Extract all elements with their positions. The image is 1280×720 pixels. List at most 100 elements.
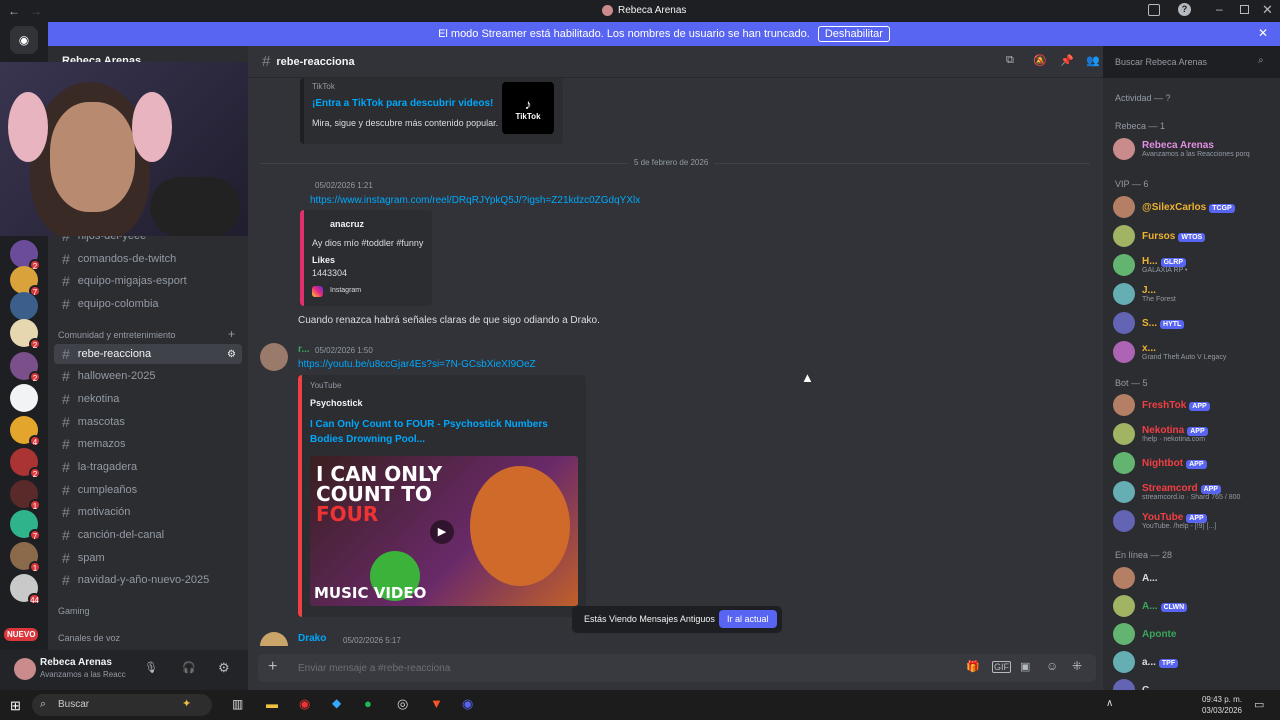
member-item[interactable]: FreshTok APP	[1113, 392, 1275, 418]
microphone-icon[interactable]: 🎙	[144, 661, 158, 674]
search-input[interactable]: Buscar Rebeca Arenas ⌕	[1110, 52, 1272, 72]
browser-icon[interactable]: ◎	[397, 696, 408, 712]
channel-item[interactable]: # cumpleaños	[54, 480, 242, 500]
server-icon[interactable]: 2	[10, 319, 41, 350]
gift-icon[interactable]: 🎁	[966, 660, 980, 673]
notification-icon[interactable]: ▭	[1254, 698, 1264, 711]
help-icon[interactable]: ?	[1178, 3, 1191, 16]
channel-item[interactable]: # equipo-migajas-esport	[54, 271, 242, 291]
new-badge[interactable]: NUEVO	[4, 628, 39, 641]
threads-icon[interactable]: ⧉	[1006, 54, 1014, 67]
taskbar-search[interactable]: ⌕ Buscar ✦	[32, 694, 212, 716]
member-item[interactable]: a... TPF	[1113, 649, 1275, 675]
member-item[interactable]: Fursos WTOS	[1113, 223, 1275, 249]
headphones-icon[interactable]: 🎧	[182, 661, 196, 674]
category-community[interactable]: Comunidad y entretenimiento	[58, 330, 176, 340]
category-gaming[interactable]: Gaming	[58, 606, 90, 616]
channel-item[interactable]: # halloween-2025	[54, 366, 242, 386]
channel-item[interactable]: # mascotas	[54, 412, 242, 432]
embed-title-link[interactable]: ¡Entra a TikTok para descubrir videos!	[312, 98, 493, 109]
clock[interactable]: 09:43 p. m. 03/03/2026	[1200, 694, 1242, 716]
task-view-icon[interactable]: ▥	[232, 697, 243, 711]
member-name: S... HYTL	[1142, 318, 1185, 329]
app-icon[interactable]: ◉	[299, 696, 310, 712]
embed-channel[interactable]: Psychostick	[310, 398, 363, 408]
channel-item[interactable]: # equipo-colombia	[54, 294, 242, 314]
video-thumbnail[interactable]: I CAN ONLY COUNT TO FOUR MUSIC VIDEO ▶	[310, 456, 578, 606]
channel-item[interactable]: # spam	[54, 548, 242, 568]
windows-start-icon[interactable]: ⊞	[10, 698, 21, 714]
member-item[interactable]: @SilexCarlos TCGP	[1113, 194, 1275, 220]
member-list-icon[interactable]: 👥	[1086, 54, 1100, 67]
channel-item[interactable]: # navidad-y-año-nuevo-2025	[54, 570, 242, 590]
member-item[interactable]: H... GLRP GALAXIA RP •	[1113, 252, 1275, 278]
inbox-icon[interactable]	[1148, 4, 1160, 16]
member-item[interactable]: S... HYTL	[1113, 310, 1275, 336]
server-icon[interactable]: 2	[10, 448, 41, 479]
member-item[interactable]: YouTube APP YouTube. /help - [!9] [...]	[1113, 508, 1275, 534]
channel-item[interactable]: # motivación	[54, 502, 242, 522]
member-item[interactable]: Streamcord APP streamcord.io · Shard 765 /…	[1113, 479, 1275, 505]
member-item[interactable]: x... Grand Theft Auto V Legacy	[1113, 339, 1275, 365]
spotify-icon[interactable]: ●	[364, 696, 372, 711]
jump-to-present-button[interactable]: Ir al actual	[719, 610, 777, 628]
sticker-icon[interactable]: ▣	[1020, 660, 1030, 673]
embed-author[interactable]: anacruz	[330, 219, 364, 229]
avatar[interactable]	[14, 658, 36, 680]
server-icon[interactable]: 2	[10, 352, 41, 383]
server-icon[interactable]: 1	[10, 480, 41, 511]
back-icon[interactable]: ←	[8, 4, 20, 18]
server-icon[interactable]: 4	[10, 416, 41, 447]
apps-icon[interactable]: ⁜	[1072, 659, 1082, 673]
message-composer[interactable]: + Enviar mensaje a #rebe-reacciona 🎁 GIF…	[258, 654, 1096, 682]
message-author[interactable]: Drako	[298, 633, 326, 644]
bell-icon[interactable]: 🔕	[1033, 54, 1047, 67]
discord-taskbar-icon[interactable]: ◉	[462, 696, 473, 712]
discord-home-icon[interactable]: ◉	[10, 26, 38, 54]
file-explorer-icon[interactable]: ▬	[266, 697, 278, 711]
forward-icon[interactable]: →	[30, 4, 42, 18]
settings-gear-icon[interactable]: ⚙	[227, 349, 236, 360]
avatar[interactable]	[260, 343, 288, 371]
youtube-link[interactable]: https://youtu.be/u8ccGjar4Es?si=7N-GCsbX…	[298, 359, 536, 370]
message-author[interactable]: r...	[298, 344, 310, 355]
emoji-icon[interactable]: ☺	[1046, 659, 1058, 673]
member-item[interactable]: A... CLWN	[1113, 593, 1275, 619]
server-icon[interactable]	[10, 292, 38, 320]
category-voice[interactable]: Canales de voz	[58, 633, 120, 643]
close-window-icon[interactable]: ✕	[1262, 2, 1273, 18]
member-item[interactable]: A...	[1113, 565, 1275, 591]
tray-chevron-icon[interactable]: ∧	[1106, 698, 1113, 709]
add-attachment-icon[interactable]: +	[268, 658, 277, 676]
member-item[interactable]: Rebeca Arenas Avanzamos a las Reacciones …	[1113, 136, 1275, 162]
member-item[interactable]: Aponte	[1113, 621, 1275, 647]
brave-icon[interactable]: ▼	[430, 696, 443, 711]
video-title-link[interactable]: I Can Only Count to FOUR - Psychostick N…	[310, 417, 570, 447]
disable-streamer-button[interactable]: Deshabilitar	[817, 26, 890, 42]
play-icon[interactable]: ▶	[430, 520, 454, 544]
minimize-icon[interactable]: –	[1216, 2, 1223, 16]
server-icon[interactable]: 44	[10, 574, 41, 605]
channel-item[interactable]: # nekotina	[54, 389, 242, 409]
instagram-link[interactable]: https://www.instagram.com/reel/DRqRJYpkQ…	[310, 195, 640, 206]
server-icon[interactable]: 7	[10, 510, 41, 541]
settings-gear-icon[interactable]: ⚙	[218, 660, 230, 676]
app-icon[interactable]: ◆	[332, 696, 341, 710]
gif-icon[interactable]: GIF	[992, 661, 1011, 673]
member-item[interactable]: J... The Forest	[1113, 281, 1275, 307]
server-icon[interactable]: 1	[10, 542, 41, 573]
channel-item[interactable]: # la-tragadera	[54, 457, 242, 477]
channel-item-rebe-reacciona[interactable]: # rebe-reacciona ⚙	[54, 344, 242, 364]
channel-item[interactable]: # canción-del-canal	[54, 525, 242, 545]
close-banner-icon[interactable]: ✕	[1258, 26, 1268, 40]
add-channel-icon[interactable]: +	[228, 327, 235, 341]
channel-item[interactable]: # comandos-de-twitch	[54, 249, 242, 269]
maximize-icon[interactable]	[1240, 5, 1249, 14]
channel-item[interactable]: # memazos	[54, 434, 242, 454]
server-icon[interactable]: 7	[10, 266, 41, 297]
server-icon[interactable]	[10, 384, 38, 412]
member-item[interactable]: Nightbot APP	[1113, 450, 1275, 476]
member-item[interactable]: Nekotina APP !help · nekotina.com	[1113, 421, 1275, 447]
server-icon[interactable]: 2	[10, 240, 41, 271]
pin-icon[interactable]: 📌	[1060, 54, 1074, 67]
